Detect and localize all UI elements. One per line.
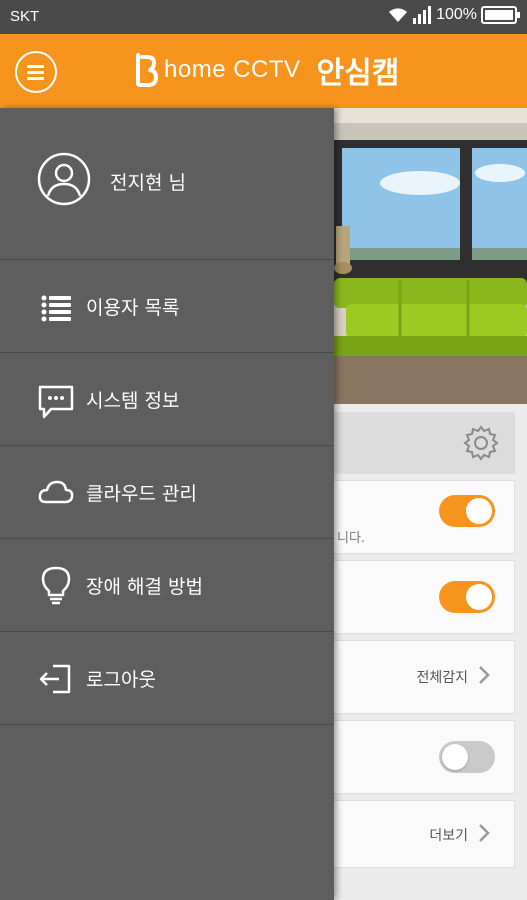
detect-mode-value: 전체감지 xyxy=(416,670,468,686)
chevron-right-icon xyxy=(478,665,490,689)
chevron-right-icon xyxy=(478,823,490,847)
more-label: 더보기 xyxy=(429,828,468,844)
menu-item-label: 장애 해결 방법 xyxy=(86,576,203,598)
battery-icon xyxy=(481,6,521,24)
lightbulb-icon xyxy=(37,563,75,607)
menu-item-troubleshoot[interactable]: 장애 해결 방법 xyxy=(0,539,334,632)
list-icon xyxy=(37,284,75,328)
menu-item-user-list[interactable]: 이용자 목록 xyxy=(0,260,334,353)
row-description: 니다. xyxy=(337,531,366,546)
status-bar: SKT 100% xyxy=(0,0,527,34)
brand-korean: 안심캠 xyxy=(316,56,400,91)
signal-icon xyxy=(412,6,432,24)
menu-button[interactable] xyxy=(15,51,57,93)
menu-item-label: 클라우드 관리 xyxy=(86,483,197,505)
brand-logo: home CCTV 안심캠 xyxy=(134,48,399,92)
user-avatar-icon xyxy=(37,152,91,206)
menu-item-logout[interactable]: 로그아웃 xyxy=(0,632,334,725)
user-profile[interactable]: 전지현 님 xyxy=(0,108,334,260)
gear-icon[interactable] xyxy=(462,424,500,466)
menu-item-label: 이용자 목록 xyxy=(86,297,180,319)
brand-b-icon xyxy=(136,53,158,87)
cloud-icon xyxy=(37,470,75,514)
menu-item-label: 시스템 정보 xyxy=(86,390,180,412)
menu-item-label: 로그아웃 xyxy=(86,669,156,691)
wifi-icon xyxy=(388,7,408,23)
menu-item-system-info[interactable]: 시스템 정보 xyxy=(0,353,334,446)
chat-bubble-icon xyxy=(37,377,75,421)
battery-label: 100% xyxy=(436,6,477,23)
user-name: 전지현 님 xyxy=(110,172,186,194)
app-header: home CCTV 안심캠 xyxy=(0,34,527,108)
toggle-switch-3[interactable] xyxy=(439,741,495,773)
toggle-switch-1[interactable] xyxy=(439,495,495,527)
toggle-switch-2[interactable] xyxy=(439,581,495,613)
navigation-drawer: 전지현 님 이용자 목록 시스템 정보 클라우드 관리 장애 해결 방법 로그아… xyxy=(0,108,334,900)
menu-item-cloud[interactable]: 클라우드 관리 xyxy=(0,446,334,539)
brand-english: home CCTV xyxy=(164,56,301,83)
logout-icon xyxy=(37,656,75,700)
carrier-label: SKT xyxy=(10,8,40,25)
